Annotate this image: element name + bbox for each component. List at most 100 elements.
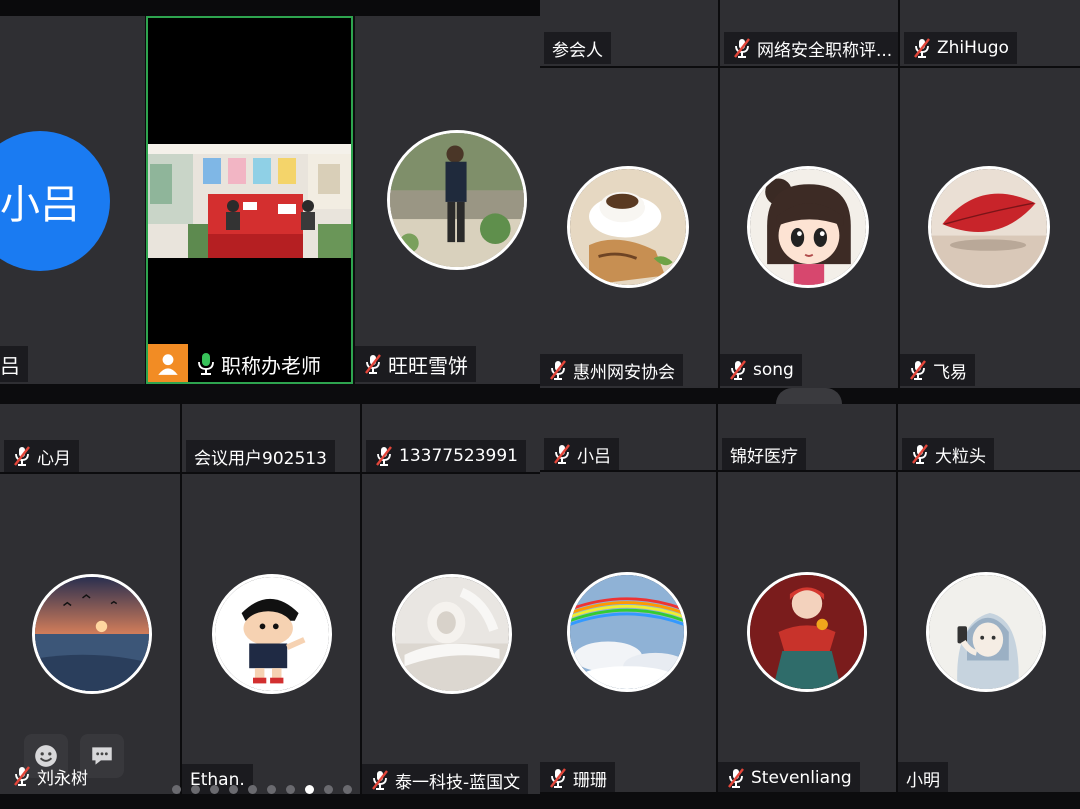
participant-tile-active-speaker[interactable]: 职称办老师 xyxy=(146,16,353,384)
participant-tile[interactable]: 泰一科技-蓝国文 xyxy=(362,474,540,794)
participant-name: 小明 xyxy=(906,770,940,791)
panel-bottom-left: 心月 会议用户902513 13377523991 Ethan. 泰一科技-蓝国… xyxy=(0,404,540,809)
participant-name: 旺旺雪饼 xyxy=(388,353,468,378)
participant-tile-strip[interactable]: 锦好医疗 xyxy=(718,404,896,470)
participant-name-bar: 泰一科技-蓝国文 xyxy=(362,764,529,794)
person-icon xyxy=(148,344,188,382)
bottom-edge xyxy=(0,384,540,400)
mic-off-icon xyxy=(548,359,568,381)
participant-tile-wangwang[interactable]: 旺旺雪饼 xyxy=(355,16,540,384)
page-dot[interactable] xyxy=(286,785,295,794)
mic-off-icon xyxy=(370,769,390,791)
man-standing-image xyxy=(390,133,524,267)
mic-off-icon xyxy=(726,767,746,789)
participant-tile-strip[interactable]: 大粒头 xyxy=(898,404,1080,470)
participant-name-bar: 飞易 xyxy=(900,354,975,386)
page-dot[interactable] xyxy=(267,785,276,794)
participant-name: 大粒头 xyxy=(935,446,986,467)
participant-name: 小吕 xyxy=(577,446,611,467)
rainbow-sky-image xyxy=(570,575,684,689)
page-dot[interactable] xyxy=(191,785,200,794)
red-leaf-image xyxy=(931,169,1047,285)
participant-name: 珊珊 xyxy=(573,770,607,791)
participant-tile[interactable]: song xyxy=(720,68,898,388)
hoodie-sketch-image xyxy=(929,575,1043,689)
participant-name: 飞易 xyxy=(933,362,967,383)
meeting-room-video xyxy=(148,144,351,258)
avatar-photo xyxy=(747,572,867,692)
participant-tile-strip[interactable]: 参会人 xyxy=(540,0,718,66)
participant-name: 锦好医疗 xyxy=(730,446,798,467)
participant-tile[interactable]: 惠州网安协会 xyxy=(540,68,718,388)
participant-name-bar: 网络安全职称评... xyxy=(724,32,898,64)
avatar-photo xyxy=(926,572,1046,692)
page-indicator[interactable] xyxy=(172,785,352,794)
avatar-photo xyxy=(32,574,152,694)
panel-top-right: 参会人 网络安全职称评... ZhiHugo 惠州网安协会 song 飞易 xyxy=(540,0,1080,404)
page-dot[interactable] xyxy=(210,785,219,794)
participant-name: 心月 xyxy=(37,448,71,469)
avatar-photo xyxy=(567,166,689,288)
participant-tile-strip[interactable]: 小吕 xyxy=(540,404,716,470)
avatar-initials: 小吕 xyxy=(0,131,110,271)
mic-off-icon xyxy=(552,443,572,465)
participant-name-bar: 会议用户902513 xyxy=(186,440,335,472)
avatar-photo xyxy=(387,130,527,270)
page-dot[interactable] xyxy=(229,785,238,794)
participant-name-bar: 锦好医疗 xyxy=(722,438,806,470)
page-dot[interactable] xyxy=(172,785,181,794)
avatar-photo xyxy=(212,574,332,694)
speaker-name-text-wrap: 职称办老师 xyxy=(188,344,329,382)
mic-off-icon xyxy=(12,445,32,467)
mic-off-icon xyxy=(910,443,930,465)
mic-off-icon xyxy=(548,767,568,789)
avatar-photo xyxy=(392,574,512,694)
participant-name: 网络安全职称评... xyxy=(757,40,893,61)
mic-off-icon xyxy=(728,359,748,381)
participant-name-bar: song xyxy=(720,354,802,386)
participant-name-bar: 参会人 xyxy=(544,32,611,64)
avatar-photo xyxy=(747,166,869,288)
participant-name-bar: 惠州网安协会 xyxy=(540,354,683,386)
mic-off-icon xyxy=(374,445,394,467)
participant-tile[interactable]: Ethan. xyxy=(182,474,360,794)
participant-name: song xyxy=(753,360,794,380)
participant-tile[interactable]: 飞易 xyxy=(900,68,1080,388)
participant-name-bar: 吕 xyxy=(0,346,28,382)
panel-top-left: 小吕 吕 职称办老师 旺旺雪饼 xyxy=(0,0,540,400)
participant-tile[interactable]: 珊珊 xyxy=(540,472,716,792)
participant-name-bar: 珊珊 xyxy=(540,762,615,792)
page-dot[interactable] xyxy=(248,785,257,794)
mic-on-icon xyxy=(196,352,216,376)
floating-handle[interactable] xyxy=(776,388,842,404)
participant-tile[interactable]: 小明 xyxy=(898,472,1080,792)
participant-tile-strip[interactable]: ZhiHugo xyxy=(900,0,1080,66)
participant-name: 吕 xyxy=(0,353,20,378)
coffee-cup-image xyxy=(570,169,686,285)
child-portrait-image xyxy=(750,575,864,689)
participant-tile-xiaolv[interactable]: 小吕 吕 xyxy=(0,16,145,384)
participant-tile-strip[interactable]: 会议用户902513 xyxy=(182,404,360,472)
sunset-beach-image xyxy=(35,577,149,691)
participant-tile-strip[interactable]: 心月 xyxy=(0,404,180,472)
participant-tile-strip[interactable]: 13377523991 xyxy=(362,404,540,472)
participant-name-bar: 大粒头 xyxy=(902,438,994,470)
participant-tile[interactable]: Stevenliang xyxy=(718,472,896,792)
white-object-image xyxy=(395,577,509,691)
participant-name-bar: Stevenliang xyxy=(718,762,860,792)
mic-off-icon xyxy=(732,37,752,59)
cartoon-kid-image xyxy=(215,577,329,691)
participant-name-bar: 小明 xyxy=(898,762,948,792)
participant-name: ZhiHugo xyxy=(937,38,1009,58)
page-dot[interactable] xyxy=(343,785,352,794)
participant-name: 会议用户902513 xyxy=(194,448,327,469)
mic-off-icon xyxy=(12,765,32,787)
mic-off-icon xyxy=(363,353,383,375)
page-dot[interactable] xyxy=(324,785,333,794)
participant-name-bar: 13377523991 xyxy=(366,440,526,472)
participant-name: 刘永树 xyxy=(37,768,88,789)
participant-name: Stevenliang xyxy=(751,768,852,788)
participant-name-bar: 心月 xyxy=(4,440,79,472)
page-dot-active[interactable] xyxy=(305,785,314,794)
participant-tile-strip[interactable]: 网络安全职称评... xyxy=(720,0,898,66)
